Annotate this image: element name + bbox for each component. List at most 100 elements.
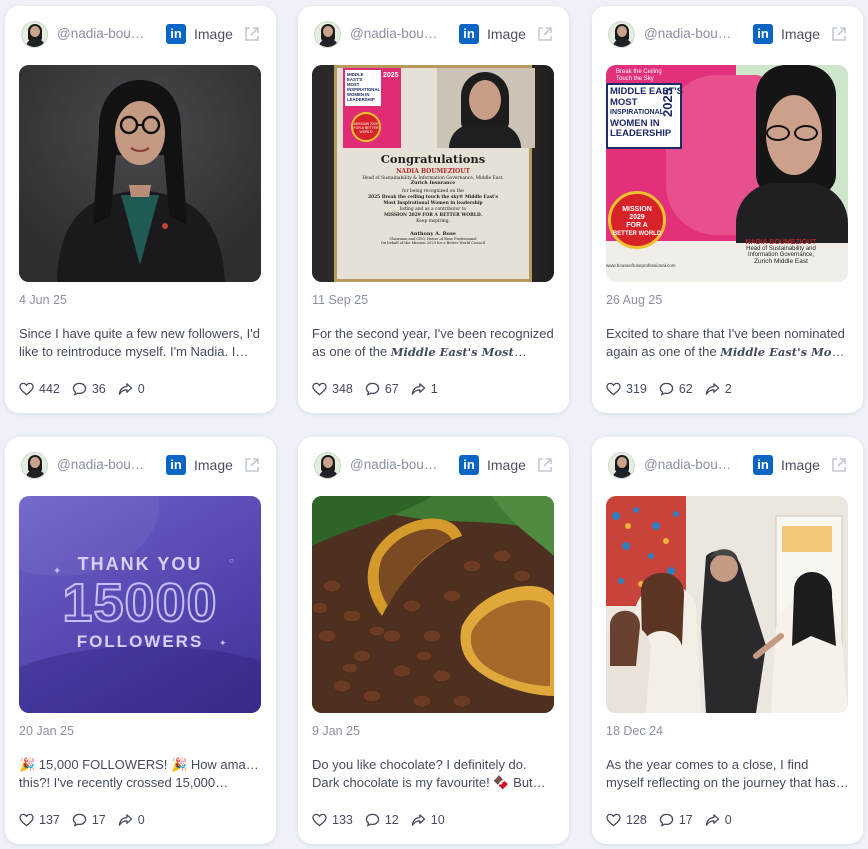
comments-stat: 67 — [365, 382, 399, 396]
post-image[interactable] — [19, 65, 261, 282]
post-image[interactable] — [606, 496, 848, 713]
post-header: @nadia-bou… in Image — [592, 437, 863, 495]
comment-icon — [659, 382, 674, 396]
post-card[interactable]: @nadia-bou… in Image 4 Jun 25 Since I ha… — [5, 6, 276, 413]
post-type-label: Image — [781, 457, 820, 473]
post-image[interactable]: THANK YOU 15000 FOLLOWERS ✦ ✦ ○ — [19, 496, 261, 713]
linkedin-icon: in — [166, 455, 186, 475]
external-link-icon[interactable] — [830, 456, 848, 474]
post-excerpt[interactable]: Excited to share that I've been nominate… — [606, 325, 849, 361]
badge-text: MIDDLE EAST'S — [347, 72, 364, 82]
post-stats: 319 62 2 — [606, 380, 744, 398]
post-date: 9 Jan 25 — [312, 724, 360, 738]
post-card[interactable]: @nadia-bou… in Image 9 Jan 25 Do you lik… — [298, 437, 569, 844]
excerpt-line: myself reflecting on the journey that ha… — [606, 775, 849, 790]
poster-year: 2025 — [660, 88, 675, 117]
post-date: 26 Aug 25 — [606, 293, 663, 307]
likes-count: 133 — [332, 813, 353, 827]
author-handle[interactable]: @nadia-bou… — [350, 457, 437, 472]
post-image[interactable] — [312, 496, 554, 713]
post-excerpt[interactable]: As the year comes to a close, I find mys… — [606, 756, 849, 792]
shares-stat: 10 — [411, 813, 445, 827]
avatar[interactable] — [314, 21, 341, 48]
comment-icon — [72, 382, 87, 396]
seal-text: FOR A — [626, 222, 648, 229]
shares-stat: 0 — [118, 813, 145, 827]
post-header: @nadia-bou… in Image — [5, 437, 276, 495]
certificate-footer: On behalf of the Mission 2029 for a Bett… — [380, 241, 486, 245]
comment-icon — [72, 813, 87, 827]
heart-icon — [312, 813, 327, 827]
post-card[interactable]: @nadia-bou… in Image Break the Ceiling T… — [592, 6, 863, 413]
post-stats: 442 36 0 — [19, 380, 157, 398]
post-card[interactable]: @nadia-bou… in Image MIDDLE EAST'S MOST … — [298, 6, 569, 413]
avatar[interactable] — [608, 452, 635, 479]
heart-icon — [19, 382, 34, 396]
author-handle[interactable]: @nadia-bou… — [57, 26, 144, 41]
avatar[interactable] — [608, 21, 635, 48]
shares-count: 2 — [724, 382, 732, 396]
avatar[interactable] — [21, 21, 48, 48]
mission-seal: MISSION 2029 FOR A BETTER WORLD — [351, 112, 381, 142]
post-excerpt[interactable]: For the second year, I've been recognize… — [312, 325, 555, 361]
post-excerpt[interactable]: 🎉 15,000 FOLLOWERS! 🎉 How amazing is thi… — [19, 756, 262, 792]
certificate-heading: Congratulations — [380, 152, 486, 166]
likes-count: 348 — [332, 382, 353, 396]
share-icon — [118, 814, 133, 826]
post-type-label: Image — [194, 457, 233, 473]
external-link-icon[interactable] — [536, 456, 554, 474]
comment-icon — [659, 813, 674, 827]
external-link-icon[interactable] — [243, 25, 261, 43]
excerpt-line: Dark chocolate is my favourite! 🍫 But… — [312, 775, 546, 790]
excerpt-line: Excited to share that I've been nominate… — [606, 326, 845, 341]
likes-count: 128 — [626, 813, 647, 827]
share-icon — [411, 383, 426, 395]
excerpt-emphasis: Middle East's Most — [390, 345, 514, 359]
shares-count: 10 — [430, 813, 445, 827]
excerpt-line: Since I have quite a few new followers, … — [19, 326, 260, 341]
author-handle[interactable]: @nadia-bou… — [57, 457, 144, 472]
heart-icon — [606, 382, 621, 396]
post-card[interactable]: @nadia-bou… in Image THANK YOU 15000 FOL… — [5, 437, 276, 844]
author-handle[interactable]: @nadia-bou… — [644, 457, 731, 472]
post-date: 18 Dec 24 — [606, 724, 663, 738]
excerpt-text: again as one of the — [606, 344, 721, 359]
external-link-icon[interactable] — [830, 25, 848, 43]
external-link-icon[interactable] — [243, 456, 261, 474]
excerpt-line: again as one of the Middle East's Most… — [606, 343, 849, 361]
badge-year: 2025 — [383, 72, 399, 79]
post-card[interactable]: @nadia-bou… in Image 18 Dec 24 As the ye… — [592, 437, 863, 844]
likes-count: 442 — [39, 382, 60, 396]
badge-text: LEADERSHIP — [610, 128, 672, 139]
badge-text: LEADERSHIP — [347, 97, 375, 102]
excerpt-line: Do you like chocolate? I definitely do. — [312, 757, 527, 772]
post-header: @nadia-bou… in Image — [592, 6, 863, 64]
seal-text: MISSION — [622, 206, 652, 213]
author-handle[interactable]: @nadia-bou… — [644, 26, 731, 41]
post-excerpt[interactable]: Since I have quite a few new followers, … — [19, 325, 262, 361]
likes-stat: 442 — [19, 382, 60, 396]
excerpt-line: For the second year, I've been recognize… — [312, 326, 554, 341]
excerpt-line: As the year comes to a close, I find — [606, 757, 809, 772]
likes-count: 319 — [626, 382, 647, 396]
linkedin-icon: in — [459, 455, 479, 475]
author-handle[interactable]: @nadia-bou… — [350, 26, 437, 41]
seal-text: 2029 — [629, 214, 645, 221]
avatar[interactable] — [314, 452, 341, 479]
post-header: @nadia-bou… in Image — [298, 437, 569, 495]
likes-stat: 128 — [606, 813, 647, 827]
post-image[interactable]: Break the Ceiling Touch the Sky MIDDLE E… — [606, 65, 848, 282]
post-header: @nadia-bou… in Image — [5, 6, 276, 64]
external-link-icon[interactable] — [536, 25, 554, 43]
excerpt-line: 🎉 15,000 FOLLOWERS! 🎉 How amazing is — [19, 757, 262, 772]
comments-stat: 17 — [72, 813, 106, 827]
post-image[interactable]: MIDDLE EAST'S MOST INSPIRATIONAL WOMEN I… — [312, 65, 554, 282]
excerpt-line: this?! I've recently crossed 15,000… — [19, 775, 229, 790]
excerpt-text: as one of the — [312, 344, 391, 359]
likes-stat: 133 — [312, 813, 353, 827]
mission-seal: MISSION 2029 FOR A BETTER WORLD — [608, 191, 666, 249]
post-excerpt[interactable]: Do you like chocolate? I definitely do. … — [312, 756, 555, 792]
comments-stat: 12 — [365, 813, 399, 827]
excerpt-emphasis: Middle East's Most — [720, 345, 844, 359]
avatar[interactable] — [21, 452, 48, 479]
